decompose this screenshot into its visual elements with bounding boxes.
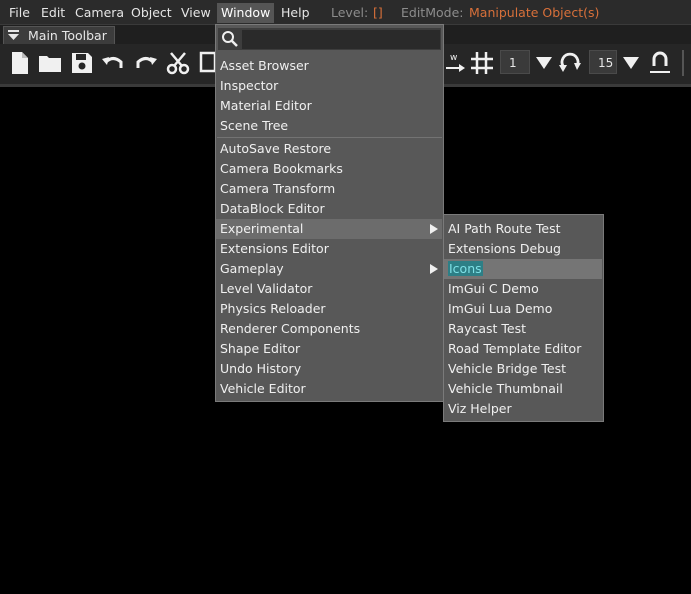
menu-item-datablock-editor[interactable]: DataBlock Editor xyxy=(216,199,442,219)
menu-item-camera-bookmarks[interactable]: Camera Bookmarks xyxy=(216,159,442,179)
menu-item-material-editor[interactable]: Material Editor xyxy=(216,96,442,116)
menu-item-renderer-components[interactable]: Renderer Components xyxy=(216,319,442,339)
undo-icon[interactable] xyxy=(100,50,126,76)
toolbar-tab[interactable]: Main Toolbar xyxy=(3,26,115,44)
menu-item-physics-reloader[interactable]: Physics Reloader xyxy=(216,299,442,319)
move-world-icon[interactable]: w xyxy=(443,50,469,76)
level-value: [] xyxy=(373,5,383,20)
menu-bar: File Edit Camera Object View Window Help… xyxy=(0,0,691,24)
menu-item-autosave-restore[interactable]: AutoSave Restore xyxy=(216,139,442,159)
grid-size-field[interactable]: 1 xyxy=(500,50,530,74)
save-icon[interactable] xyxy=(69,50,95,76)
cut-icon[interactable] xyxy=(165,50,191,76)
menu-item-inspector[interactable]: Inspector xyxy=(216,76,442,96)
menu-item-vehicle-editor[interactable]: Vehicle Editor xyxy=(216,379,442,399)
menu-item-level-validator[interactable]: Level Validator xyxy=(216,279,442,299)
grid-size-dropdown-icon[interactable] xyxy=(531,50,557,76)
menu-window[interactable]: Window xyxy=(217,3,275,23)
menu-view[interactable]: View xyxy=(181,4,211,22)
toolbar-tab-label: Main Toolbar xyxy=(28,28,107,43)
toolbar-separator xyxy=(682,50,684,76)
submenu-item-icons-label: Icons xyxy=(448,261,483,276)
search-icon xyxy=(222,31,238,47)
submenu-item-vehicle-thumbnail[interactable]: Vehicle Thumbnail xyxy=(444,379,602,399)
menu-camera[interactable]: Camera xyxy=(75,4,124,22)
rotate-snap-dropdown-icon[interactable] xyxy=(618,50,644,76)
submenu-item-icons[interactable]: Icons xyxy=(444,259,602,279)
menu-edit[interactable]: Edit xyxy=(41,4,65,22)
editmode-value: Manipulate Object(s) xyxy=(469,5,600,20)
submenu-arrow-icon xyxy=(430,264,438,274)
submenu-item-raycast-test[interactable]: Raycast Test xyxy=(444,319,602,339)
submenu-item-imgui-lua-demo[interactable]: ImGui Lua Demo xyxy=(444,299,602,319)
menu-item-gameplay-label: Gameplay xyxy=(220,261,284,276)
submenu-item-extensions-debug[interactable]: Extensions Debug xyxy=(444,239,602,259)
menu-help[interactable]: Help xyxy=(281,4,310,22)
open-folder-icon[interactable] xyxy=(37,50,63,76)
grid-snap-icon[interactable] xyxy=(469,50,495,76)
menu-item-gameplay[interactable]: Gameplay xyxy=(216,259,442,279)
new-file-icon[interactable] xyxy=(7,50,33,76)
menu-item-experimental-label: Experimental xyxy=(220,221,304,236)
menu-item-experimental[interactable]: Experimental xyxy=(216,219,442,239)
submenu-item-viz-helper[interactable]: Viz Helper xyxy=(444,399,602,419)
rotate-snap-field[interactable]: 15 xyxy=(589,50,617,74)
menu-object[interactable]: Object xyxy=(131,4,172,22)
menu-search-input[interactable] xyxy=(242,30,440,49)
menu-item-shape-editor[interactable]: Shape Editor xyxy=(216,339,442,359)
redo-icon[interactable] xyxy=(133,50,159,76)
menu-file[interactable]: File xyxy=(9,4,30,22)
submenu-item-imgui-c-demo[interactable]: ImGui C Demo xyxy=(444,279,602,299)
level-label: Level: xyxy=(331,5,369,20)
menu-item-extensions-editor[interactable]: Extensions Editor xyxy=(216,239,442,259)
menu-item-undo-history[interactable]: Undo History xyxy=(216,359,442,379)
submenu-item-vehicle-bridge-test[interactable]: Vehicle Bridge Test xyxy=(444,359,602,379)
submenu-arrow-icon xyxy=(430,224,438,234)
menu-item-asset-browser[interactable]: Asset Browser xyxy=(216,56,442,76)
submenu-item-road-template-editor[interactable]: Road Template Editor xyxy=(444,339,602,359)
magnet-snap-icon[interactable] xyxy=(647,50,673,76)
menu-item-camera-transform[interactable]: Camera Transform xyxy=(216,179,442,199)
menu-separator xyxy=(217,137,442,138)
submenu-item-ai-path-route-test[interactable]: AI Path Route Test xyxy=(444,219,602,239)
menu-item-scene-tree[interactable]: Scene Tree xyxy=(216,116,442,136)
editmode-label: EditMode: xyxy=(401,5,464,20)
rotate-snap-icon[interactable] xyxy=(557,50,583,76)
collapse-caret-icon[interactable] xyxy=(8,30,19,41)
svg-text:w: w xyxy=(450,53,457,63)
